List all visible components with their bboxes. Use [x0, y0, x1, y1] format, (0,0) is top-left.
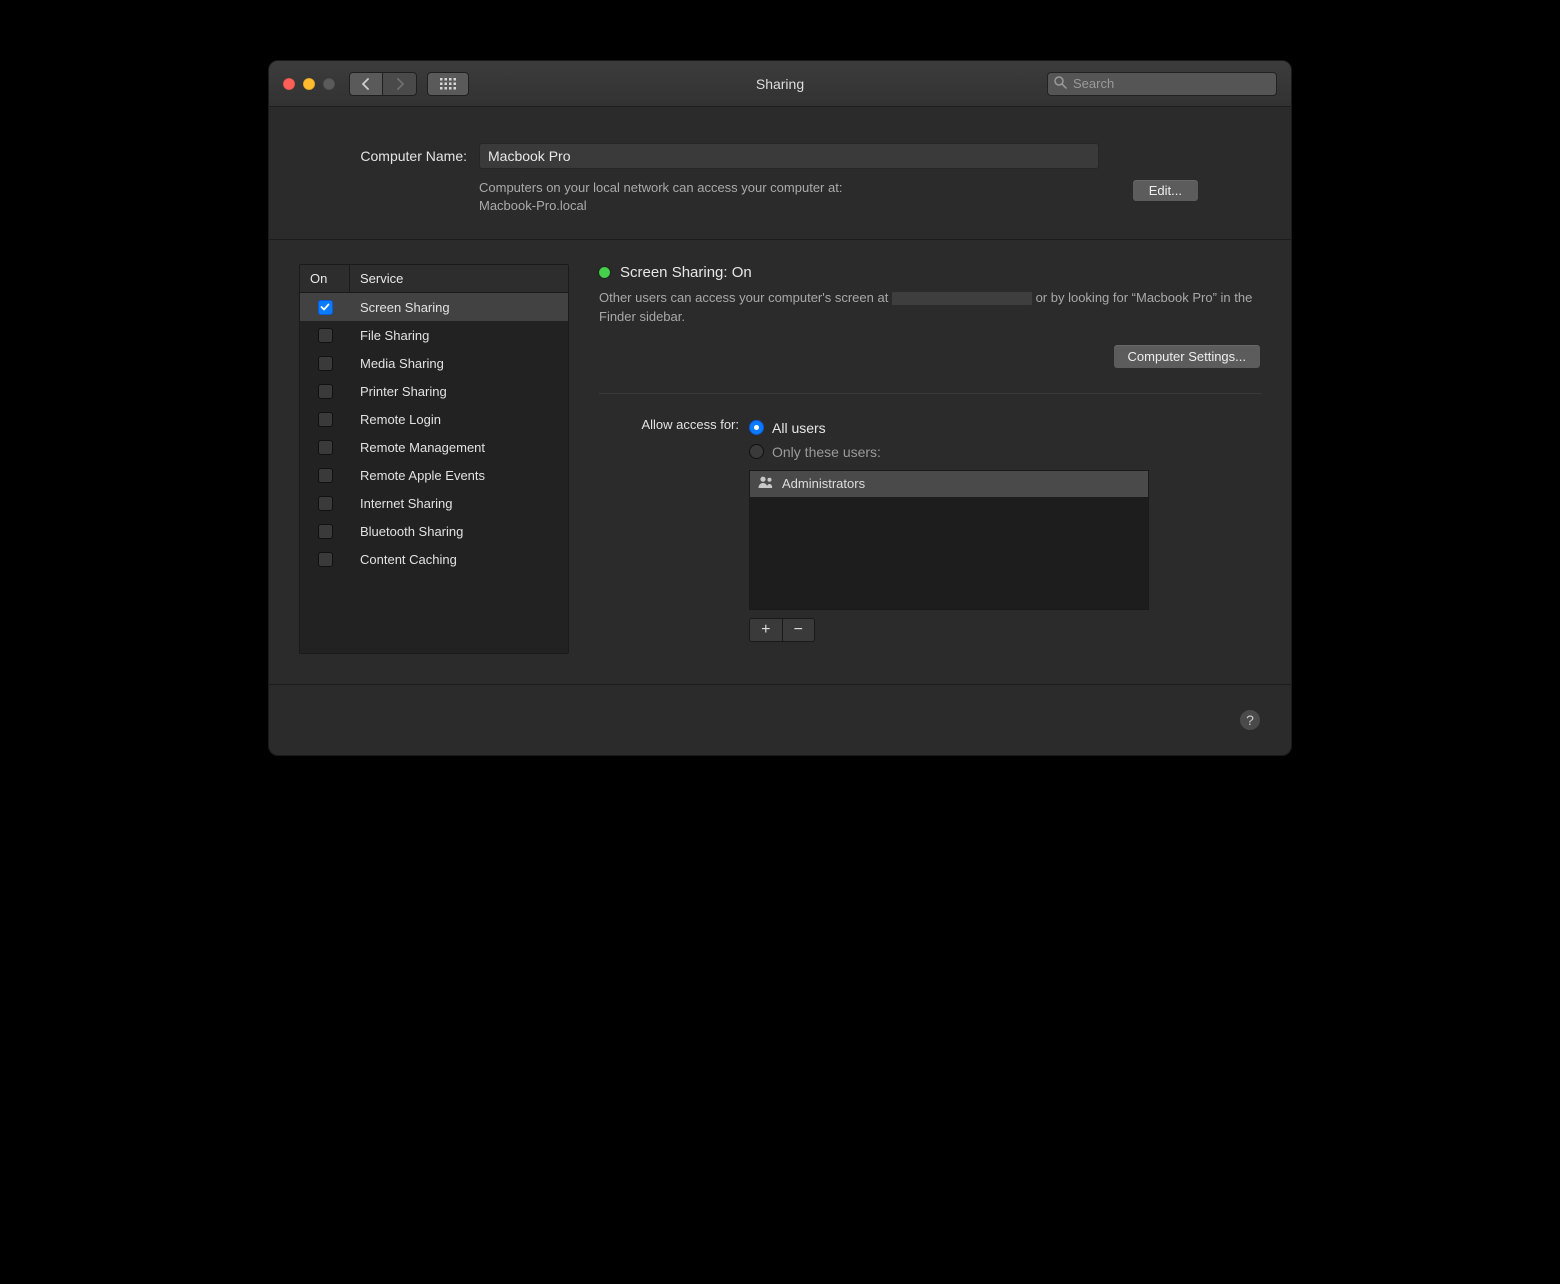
service-row[interactable]: Remote Management [300, 433, 568, 461]
radio-all-users-label: All users [772, 420, 826, 436]
computer-name-label: Computer Name: [299, 148, 479, 164]
service-name: Printer Sharing [350, 384, 447, 399]
services-header: On Service [300, 265, 568, 293]
computer-name-description: Computers on your local network can acce… [479, 179, 1132, 215]
chevron-left-icon [362, 78, 370, 90]
access-options: All users Only these users: Administrato… [749, 416, 1149, 642]
divider [599, 393, 1261, 394]
service-name: File Sharing [350, 328, 429, 343]
service-toggle[interactable] [318, 300, 333, 315]
footer: ? [269, 685, 1291, 755]
redacted-address [892, 292, 1032, 305]
status-indicator-icon [599, 267, 610, 278]
nav-buttons [349, 72, 417, 96]
access-section: Allow access for: All users Only these u… [599, 416, 1261, 642]
service-name: Remote Login [350, 412, 441, 427]
service-toggle[interactable] [318, 496, 333, 511]
service-toggle[interactable] [318, 524, 333, 539]
service-row[interactable]: Screen Sharing [300, 293, 568, 321]
close-window-button[interactable] [283, 78, 295, 90]
service-detail: Screen Sharing: On Other users can acces… [599, 264, 1261, 654]
back-button[interactable] [349, 72, 383, 96]
computer-name-input[interactable] [479, 143, 1099, 169]
access-option-all[interactable]: All users [749, 416, 1149, 440]
status-title: Screen Sharing: On [620, 264, 752, 281]
search-icon [1054, 76, 1067, 92]
service-toggle[interactable] [318, 328, 333, 343]
minimize-window-button[interactable] [303, 78, 315, 90]
service-row[interactable]: Bluetooth Sharing [300, 517, 568, 545]
service-toggle[interactable] [318, 468, 333, 483]
grid-icon [440, 78, 456, 90]
search-field[interactable] [1047, 72, 1277, 96]
service-name: Media Sharing [350, 356, 444, 371]
service-toggle[interactable] [318, 384, 333, 399]
help-button[interactable]: ? [1239, 709, 1261, 731]
forward-button[interactable] [383, 72, 417, 96]
zoom-window-button[interactable] [323, 78, 335, 90]
show-all-button[interactable] [427, 72, 469, 96]
user-row-name: Administrators [782, 476, 865, 491]
services-header-service: Service [350, 271, 403, 286]
add-user-button[interactable]: + [750, 619, 783, 641]
service-row[interactable]: File Sharing [300, 321, 568, 349]
radio-only-users[interactable] [749, 444, 764, 459]
status-heading: Screen Sharing: On [599, 264, 1261, 281]
service-row[interactable]: Content Caching [300, 545, 568, 573]
service-name: Remote Apple Events [350, 468, 485, 483]
radio-all-users[interactable] [749, 420, 764, 435]
services-table: On Service Screen Sharing File Sharing Med… [299, 264, 569, 654]
service-row[interactable]: Remote Login [300, 405, 568, 433]
service-row[interactable]: Internet Sharing [300, 489, 568, 517]
radio-only-users-label: Only these users: [772, 444, 881, 460]
search-input[interactable] [1071, 75, 1270, 92]
service-toggle[interactable] [318, 440, 333, 455]
service-name: Remote Management [350, 440, 485, 455]
preferences-window: Sharing Computer Name: Computers on your… [268, 60, 1292, 756]
computer-name-panel: Computer Name: Computers on your local n… [269, 107, 1291, 240]
service-name: Bluetooth Sharing [350, 524, 463, 539]
access-label: Allow access for: [599, 416, 749, 642]
main-area: On Service Screen Sharing File Sharing Med… [269, 240, 1291, 685]
service-toggle[interactable] [318, 356, 333, 371]
edit-hostname-button[interactable]: Edit... [1132, 179, 1199, 202]
service-row[interactable]: Media Sharing [300, 349, 568, 377]
service-name: Content Caching [350, 552, 457, 567]
service-name: Screen Sharing [350, 300, 450, 315]
chevron-right-icon [396, 78, 404, 90]
user-row[interactable]: Administrators [750, 471, 1148, 497]
titlebar: Sharing [269, 61, 1291, 107]
window-controls [283, 78, 335, 90]
service-row[interactable]: Remote Apple Events [300, 461, 568, 489]
service-row[interactable]: Printer Sharing [300, 377, 568, 405]
remove-user-button[interactable]: − [783, 619, 815, 641]
service-toggle[interactable] [318, 552, 333, 567]
computer-settings-button[interactable]: Computer Settings... [1113, 344, 1262, 369]
service-name: Internet Sharing [350, 496, 453, 511]
allowed-users-list[interactable]: Administrators [749, 470, 1149, 610]
services-body: Screen Sharing File Sharing Media Sharing P… [300, 293, 568, 653]
services-header-on: On [300, 265, 350, 292]
service-toggle[interactable] [318, 412, 333, 427]
users-icon [758, 476, 774, 491]
add-remove-buttons: + − [749, 618, 815, 642]
status-description: Other users can access your computer's s… [599, 289, 1261, 325]
access-option-only[interactable]: Only these users: [749, 440, 1149, 464]
